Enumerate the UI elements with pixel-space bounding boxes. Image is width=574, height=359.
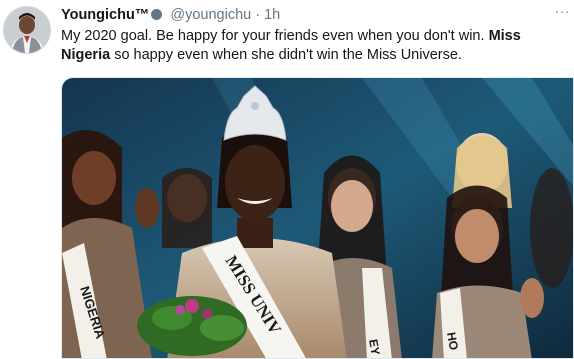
tweet-text-part1: My 2020 goal. Be happy for your friends …	[61, 28, 489, 44]
tweet-media-photo[interactable]: NIGERIA EY HO MISS UNIV	[61, 77, 574, 359]
tweet-text-part2: so happy even when she didn't win the Mi…	[110, 47, 462, 63]
sash-right-text-1: EY	[366, 338, 383, 356]
more-options-icon[interactable]: …	[554, 0, 570, 18]
user-handle[interactable]: @youngichu	[170, 7, 251, 23]
pageant-photo: NIGERIA EY HO MISS UNIV	[62, 78, 573, 358]
tweet-card[interactable]: Youngichu™ @youngichu · 1h … My 2020 goa…	[0, 0, 574, 359]
badge-icon	[151, 9, 163, 20]
tweet-header: Youngichu™ @youngichu · 1h	[61, 6, 280, 24]
display-name[interactable]: Youngichu™	[61, 7, 149, 23]
avatar-image	[4, 7, 50, 53]
user-avatar[interactable]	[3, 6, 51, 54]
tweet-timestamp[interactable]: 1h	[264, 7, 280, 23]
tweet-text: My 2020 goal. Be happy for your friends …	[61, 27, 561, 65]
separator: ·	[255, 7, 261, 23]
